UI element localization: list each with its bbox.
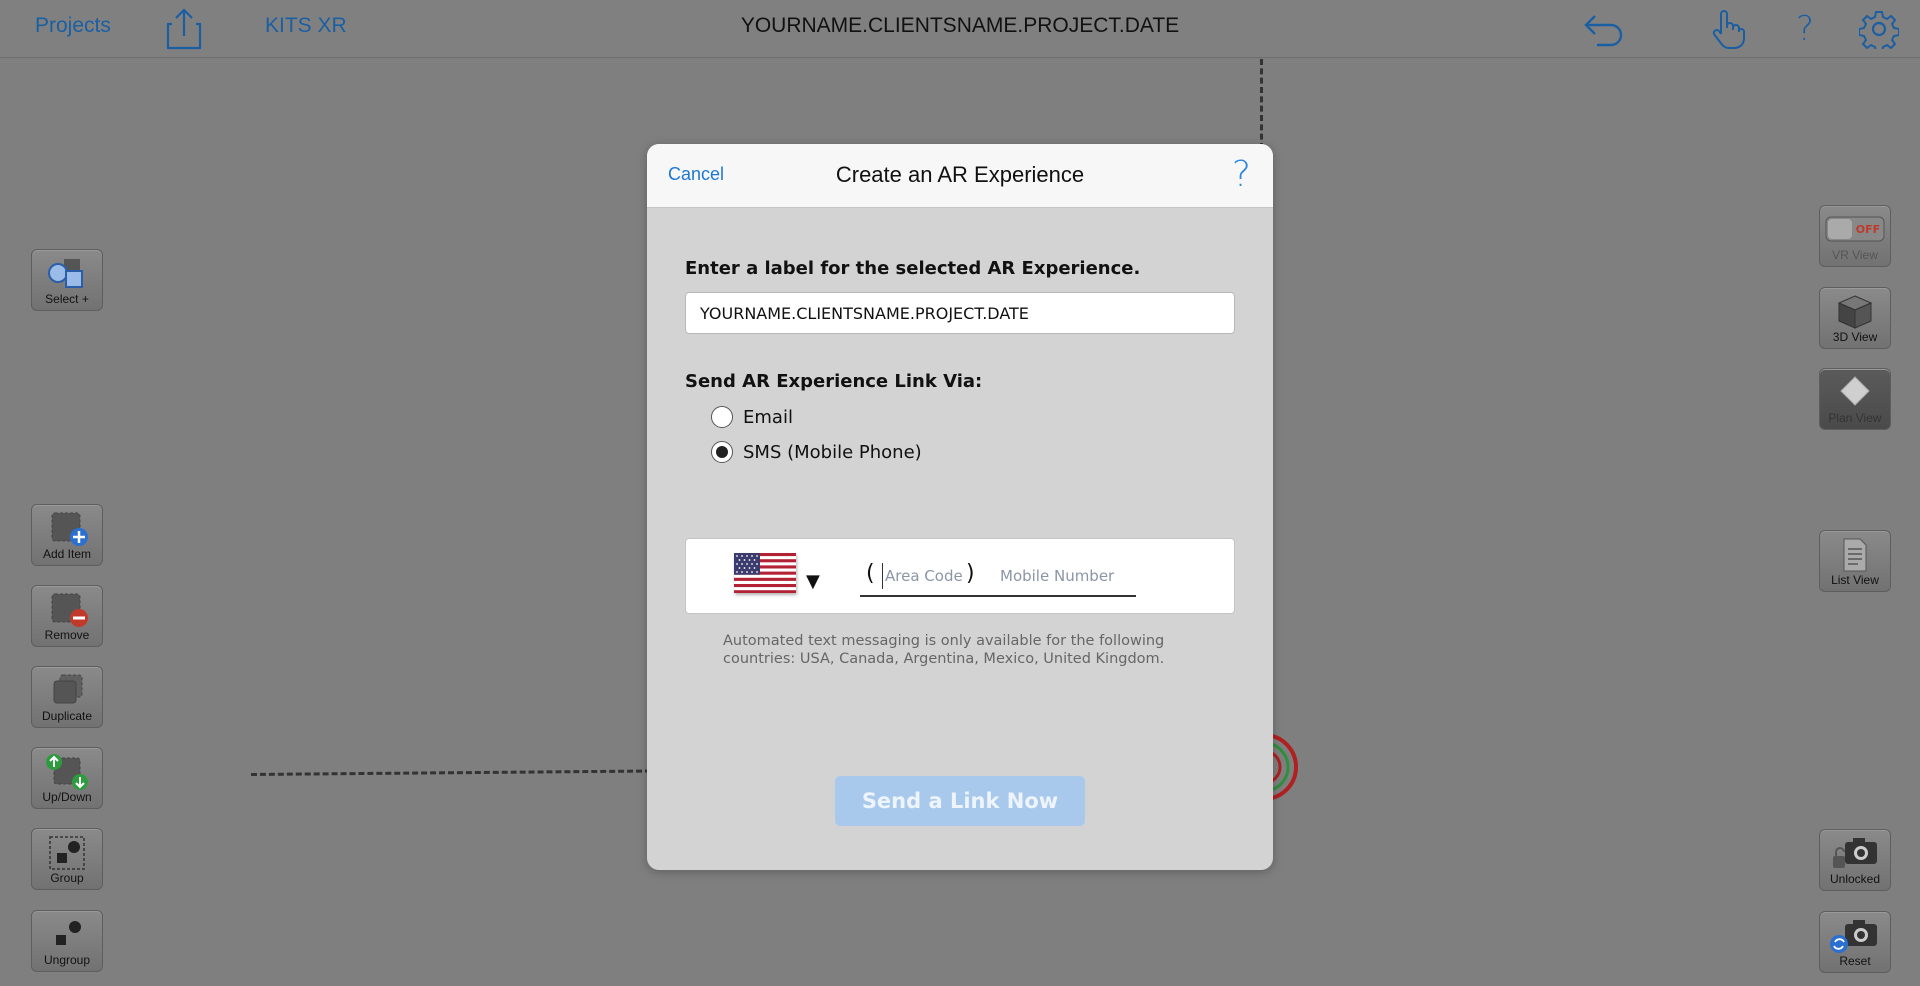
label-heading: Enter a label for the selected AR Experi… — [685, 258, 1141, 279]
tool-label: Plan View — [1828, 411, 1882, 425]
remove-button[interactable]: Remove — [31, 585, 103, 647]
tool-label: Add Item — [42, 547, 92, 561]
ungroup-icon — [32, 917, 102, 953]
tool-label: Duplicate — [41, 709, 93, 723]
camera-reset-icon — [1820, 918, 1890, 954]
vr-off-badge: OFF — [1856, 223, 1880, 236]
add-item-button[interactable]: Add Item — [31, 504, 103, 566]
sms-availability-note: Automated text messaging is only availab… — [723, 633, 1165, 667]
tool-label: Reset — [1839, 954, 1871, 968]
reset-button[interactable]: Reset — [1819, 911, 1891, 973]
phone-entry-box: ▼ ( ) — [685, 538, 1235, 614]
experience-label-input[interactable] — [685, 292, 1235, 334]
cancel-button[interactable]: Cancel — [668, 164, 724, 185]
plan-view-button[interactable]: Plan View — [1819, 368, 1891, 430]
sms-radio-option[interactable]: SMS (Mobile Phone) — [711, 441, 922, 463]
duplicate-button[interactable]: Duplicate — [31, 666, 103, 728]
tool-label: Remove — [44, 628, 90, 642]
duplicate-icon — [32, 673, 102, 709]
tool-label: Ungroup — [43, 953, 91, 967]
add-item-icon — [32, 511, 102, 547]
select-plus-button[interactable]: Select + — [31, 249, 103, 311]
list-view-button[interactable]: List View — [1819, 530, 1891, 592]
wall-guide-horizontal — [250, 769, 651, 776]
tool-label: Select + — [45, 292, 89, 306]
us-flag-icon — [734, 553, 796, 593]
camera-unlocked-icon — [1820, 836, 1890, 872]
tool-label: Group — [50, 871, 84, 885]
wall-guide-vertical — [1260, 59, 1263, 149]
mobile-number-input[interactable] — [1000, 563, 1130, 589]
vr-toggle-icon: OFF — [1820, 212, 1890, 248]
tool-label: Unlocked — [1829, 872, 1881, 886]
phone-number-field: ( ) — [860, 557, 1136, 597]
open-paren: ( — [866, 561, 875, 586]
projects-link[interactable]: Projects — [35, 14, 111, 38]
sms-radio[interactable] — [711, 441, 733, 463]
area-code-input[interactable] — [882, 563, 972, 589]
vr-view-button[interactable]: OFF VR View — [1819, 205, 1891, 267]
share-icon[interactable] — [161, 6, 207, 52]
touch-icon[interactable] — [1705, 6, 1751, 52]
email-radio-label: Email — [743, 406, 793, 428]
3d-view-button[interactable]: 3D View — [1819, 287, 1891, 349]
dialog-header: Cancel Create an AR Experience ? — [647, 144, 1273, 208]
remove-item-icon — [32, 592, 102, 628]
document-list-icon — [1820, 537, 1890, 573]
tool-label: 3D View — [1832, 330, 1878, 344]
up-down-button[interactable]: Up/Down — [31, 747, 103, 809]
group-icon — [32, 835, 102, 871]
help-icon[interactable]: ? — [1782, 6, 1828, 52]
country-select[interactable]: ▼ — [734, 553, 830, 601]
select-shapes-icon — [32, 256, 102, 292]
top-bar: Projects KITS XR YOURNAME.CLIENTSNAME.PR… — [0, 0, 1920, 58]
tool-label: List View — [1831, 573, 1879, 587]
help-icon[interactable]: ? — [1232, 154, 1251, 195]
send-via-heading: Send AR Experience Link Via: — [685, 371, 983, 392]
chevron-down-icon: ▼ — [806, 571, 820, 592]
email-radio-option[interactable]: Email — [711, 406, 793, 428]
tool-label: Up/Down — [42, 790, 92, 804]
unlocked-button[interactable]: Unlocked — [1819, 829, 1891, 891]
radio-selected-dot — [716, 446, 728, 458]
kits-xr-link[interactable]: KITS XR — [265, 14, 347, 38]
cube-icon — [1820, 294, 1890, 330]
ungroup-button[interactable]: Ungroup — [31, 910, 103, 972]
sms-radio-label: SMS (Mobile Phone) — [743, 441, 922, 463]
tool-label: VR View — [1832, 248, 1878, 262]
send-link-button[interactable]: Send a Link Now — [835, 776, 1085, 826]
settings-icon[interactable] — [1856, 6, 1902, 52]
email-radio[interactable] — [711, 406, 733, 428]
up-down-icon — [32, 754, 102, 790]
close-paren: ) — [966, 561, 975, 586]
dialog-title: Create an AR Experience — [835, 162, 1085, 187]
undo-icon[interactable] — [1581, 6, 1627, 52]
group-button[interactable]: Group — [31, 828, 103, 890]
plan-view-icon — [1820, 375, 1890, 411]
create-ar-experience-dialog: Cancel Create an AR Experience ? Enter a… — [647, 144, 1273, 870]
